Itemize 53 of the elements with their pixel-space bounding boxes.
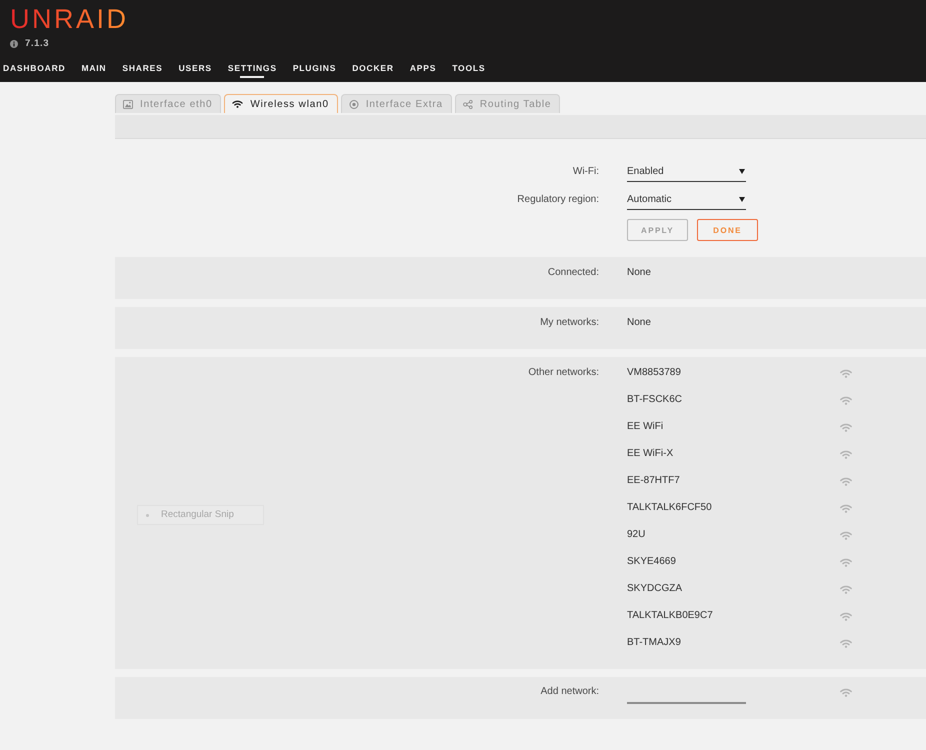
network-name[interactable]: TALKTALK6FCF50 xyxy=(627,501,840,515)
nav-link[interactable]: SETTINGS xyxy=(228,62,277,78)
tab[interactable]: Wireless wlan0 xyxy=(224,94,338,113)
field-value: None xyxy=(627,316,652,330)
network-name[interactable]: EE WiFi-X xyxy=(627,447,840,461)
wifi-icon xyxy=(840,450,852,458)
network-name[interactable]: BT-TMAJX9 xyxy=(627,636,840,650)
nav-link[interactable]: MAIN xyxy=(81,62,106,78)
nav-link[interactable]: TOOLS xyxy=(452,62,486,78)
field-value: None xyxy=(627,266,652,280)
field-label: Regulatory region: xyxy=(516,193,599,207)
field-label: Other networks: xyxy=(527,366,599,380)
wifi-icon xyxy=(232,100,244,108)
wifi-icon xyxy=(840,638,852,648)
wifi-icon xyxy=(840,476,852,486)
wifi-icon xyxy=(840,368,852,378)
network-name[interactable]: EE WiFi xyxy=(627,420,840,434)
network-name[interactable]: VM8853789 xyxy=(627,366,840,380)
share-nodes-icon xyxy=(462,100,473,108)
wifi-icon xyxy=(840,584,852,594)
caret-icon xyxy=(739,169,745,174)
image-icon xyxy=(123,100,133,108)
select-field[interactable]: Enabled xyxy=(627,162,746,182)
field-label: Connected: xyxy=(546,266,599,280)
tooltip-text: Rectangular Snip xyxy=(161,509,234,521)
version-text: 7.1.3 xyxy=(25,38,50,50)
nav-link[interactable]: PLUGINS xyxy=(292,62,336,78)
network-name[interactable]: EE-87HTF7 xyxy=(627,474,840,488)
wifi-icon xyxy=(840,422,852,432)
network-name[interactable]: SKYE4669 xyxy=(627,555,840,569)
network-name[interactable]: SKYDCGZA xyxy=(627,582,840,596)
network-name[interactable]: TALKTALKB0E9C7 xyxy=(627,609,840,623)
field-label: Wi-Fi: xyxy=(572,165,599,179)
select-field[interactable]: Automatic xyxy=(627,190,746,210)
wifi-icon xyxy=(840,612,852,620)
caret-icon xyxy=(739,197,745,202)
dot-icon xyxy=(146,514,149,516)
nav-link[interactable]: DASHBOARD xyxy=(3,62,66,78)
network-name[interactable]: 92U xyxy=(627,528,840,542)
nav-link[interactable]: DOCKER xyxy=(352,62,394,78)
wifi-icon xyxy=(840,530,852,540)
target-icon xyxy=(348,100,359,108)
info-icon xyxy=(10,40,18,48)
nav-link[interactable]: SHARES xyxy=(122,62,163,78)
wifi-icon xyxy=(840,504,852,512)
wifi-icon xyxy=(840,558,852,566)
wifi-icon xyxy=(840,396,852,404)
nav-link[interactable]: APPS xyxy=(410,62,436,78)
nav-link[interactable]: USERS xyxy=(178,62,212,78)
wifi-icon xyxy=(840,688,852,697)
field-label: My networks: xyxy=(539,316,599,330)
field-label: Add network: xyxy=(540,685,599,699)
network-name[interactable]: BT-FSCK6C xyxy=(627,393,840,407)
